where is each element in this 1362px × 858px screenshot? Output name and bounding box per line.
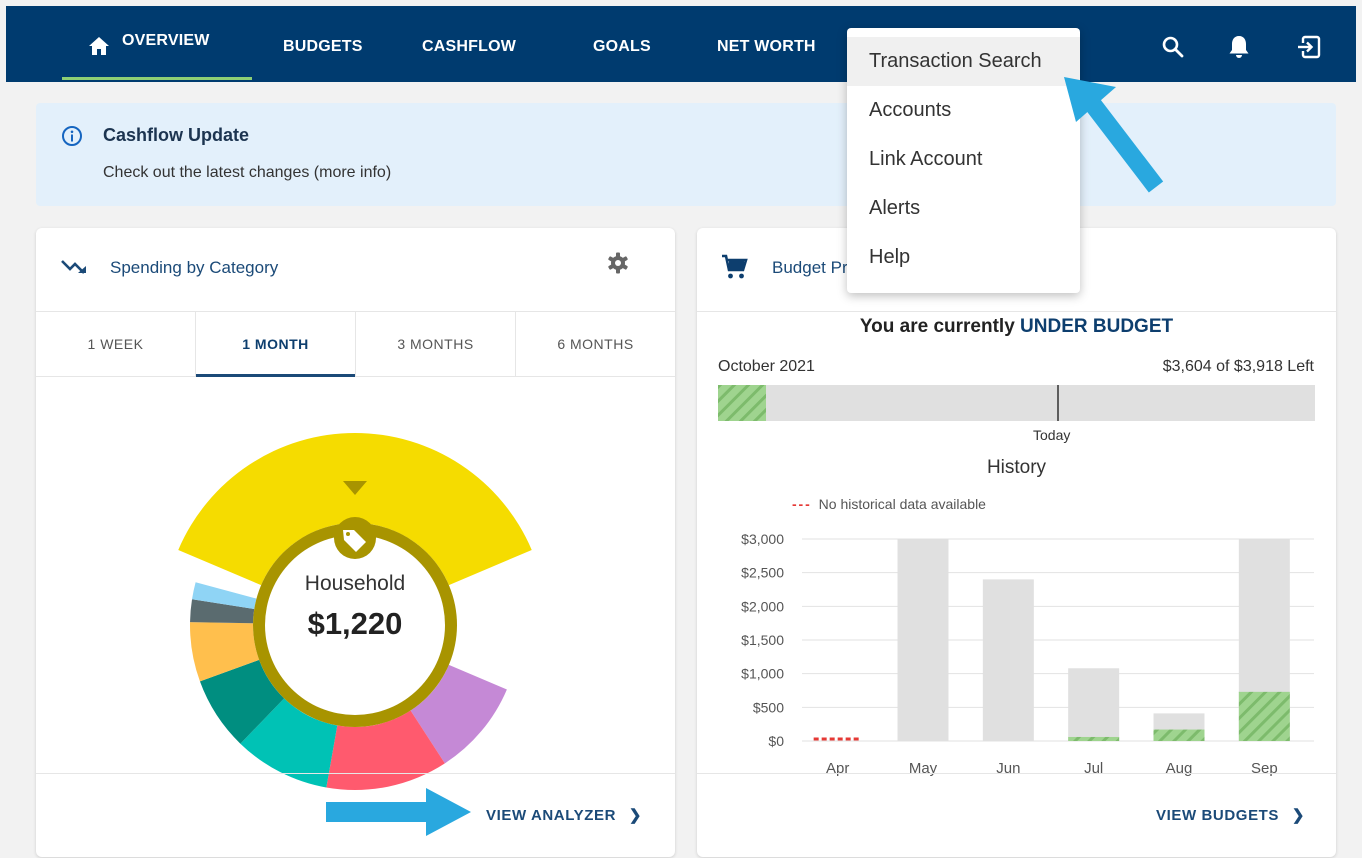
- donut-center-value: $1,220: [308, 606, 403, 641]
- chevron-right-icon: ❯: [1291, 807, 1305, 824]
- budget-progress-fill: [718, 385, 766, 421]
- tab-3-months[interactable]: 3 MONTHS: [356, 312, 515, 376]
- banner-text[interactable]: Check out the latest changes (more info): [103, 164, 391, 182]
- menu-item-alerts[interactable]: Alerts: [847, 184, 1080, 233]
- budget-status: You are currently UNDER BUDGET: [697, 316, 1336, 338]
- top-nav-bar: OVERVIEW BUDGETS CASHFLOW GOALS NET WORT…: [6, 6, 1356, 82]
- history-title: History: [986, 457, 1047, 478]
- menu-item-link-account[interactable]: Link Account: [847, 135, 1080, 184]
- y-tick-label: $0: [768, 733, 784, 749]
- tag-icon: [334, 517, 376, 559]
- donut-center-label: Household: [305, 572, 405, 595]
- bar-budget[interactable]: [1068, 668, 1120, 741]
- nav-overview-tab[interactable]: OVERVIEW: [62, 6, 252, 82]
- home-icon: [89, 37, 109, 55]
- view-analyzer-button[interactable]: VIEW ANALYZER ❯: [486, 806, 642, 824]
- banner-title: Cashflow Update: [103, 125, 250, 145]
- view-analyzer-label: VIEW ANALYZER: [486, 807, 617, 824]
- menu-item-help[interactable]: Help: [847, 233, 1080, 282]
- nav-net-worth-tab[interactable]: NET WORTH: [717, 6, 816, 82]
- spending-card-title: Spending by Category: [110, 258, 279, 277]
- bar-spent[interactable]: [1238, 691, 1290, 741]
- x-tick-label: Apr: [826, 760, 849, 777]
- budget-header-divider: [697, 311, 1336, 312]
- x-tick-label: Aug: [1166, 760, 1193, 777]
- bell-icon[interactable]: [1228, 34, 1250, 60]
- more-menu-dropdown: Transaction Search Accounts Link Account…: [847, 28, 1080, 293]
- budget-month: October 2021: [718, 358, 815, 375]
- x-tick-label: May: [909, 760, 938, 777]
- tab-1-month[interactable]: 1 MONTH: [196, 312, 355, 376]
- view-budgets-button[interactable]: VIEW BUDGETS ❯: [1156, 806, 1305, 824]
- logout-icon[interactable]: [1297, 35, 1321, 59]
- no-data-dash-marker: - - -: [792, 496, 810, 512]
- budget-remaining: $3,604 of $3,918 Left: [1162, 358, 1314, 375]
- gear-icon[interactable]: [606, 251, 630, 275]
- menu-item-transaction-search[interactable]: Transaction Search: [847, 37, 1080, 86]
- budget-status-value: UNDER BUDGET: [1020, 316, 1174, 337]
- history-legend-label: No historical data available: [818, 496, 986, 512]
- y-tick-label: $2,000: [741, 598, 784, 614]
- y-tick-label: $2,500: [741, 565, 784, 581]
- card-footer-divider: [697, 773, 1336, 774]
- history-legend: - - - No historical data available: [792, 496, 986, 512]
- card-footer-divider: [36, 773, 675, 774]
- x-tick-label: Jul: [1084, 760, 1103, 777]
- chevron-right-icon: ❯: [628, 807, 642, 824]
- bar-budget[interactable]: [897, 539, 949, 741]
- bar-budget[interactable]: [982, 579, 1034, 741]
- nav-cashflow-tab[interactable]: CASHFLOW: [422, 6, 516, 82]
- tab-1-week[interactable]: 1 WEEK: [36, 312, 195, 376]
- x-tick-label: Sep: [1251, 760, 1278, 777]
- bar-spent[interactable]: [1068, 736, 1120, 741]
- today-label: Today: [1033, 427, 1071, 443]
- nav-budgets-tab[interactable]: BUDGETS: [283, 6, 363, 82]
- budget-progress-bar: [718, 385, 1315, 421]
- y-tick-label: $1,500: [741, 632, 784, 648]
- period-tabs: 1 WEEK 1 MONTH 3 MONTHS 6 MONTHS: [36, 311, 675, 377]
- annotation-arrow-analyzer: [326, 788, 471, 836]
- budget-progress-track: [718, 385, 1315, 421]
- search-icon[interactable]: [1162, 36, 1184, 58]
- info-icon: [62, 126, 82, 146]
- view-budgets-label: VIEW BUDGETS: [1156, 807, 1280, 824]
- menu-item-accounts[interactable]: Accounts: [847, 86, 1080, 135]
- y-tick-label: $500: [753, 699, 784, 715]
- spending-by-category-card: Spending by Category 1 WEEK 1 MONTH 3 MO…: [36, 228, 675, 857]
- y-tick-label: $1,000: [741, 666, 784, 682]
- tab-6-months[interactable]: 6 MONTHS: [516, 312, 675, 376]
- active-tab-indicator: [62, 77, 252, 80]
- y-tick-label: $3,000: [741, 531, 784, 547]
- spending-donut-chart: Household $1,220: [178, 433, 532, 790]
- x-tick-label: Jun: [996, 760, 1020, 777]
- trending-down-icon: [61, 260, 86, 274]
- cart-icon: [722, 254, 748, 279]
- nav-goals-tab[interactable]: GOALS: [593, 6, 651, 82]
- budget-progress-card: Budget Progress You are currently UNDER …: [697, 228, 1336, 857]
- budget-status-prefix: You are currently: [859, 316, 1015, 337]
- nav-overview-label: OVERVIEW: [122, 32, 210, 49]
- history-bar-chart: $3,000 $2,500 $2,000 $1,500 $1,000 $500 $0 Apr M…: [741, 531, 1314, 777]
- annotation-arrow-menu: [1064, 77, 1164, 193]
- bar-spent[interactable]: [1153, 729, 1205, 741]
